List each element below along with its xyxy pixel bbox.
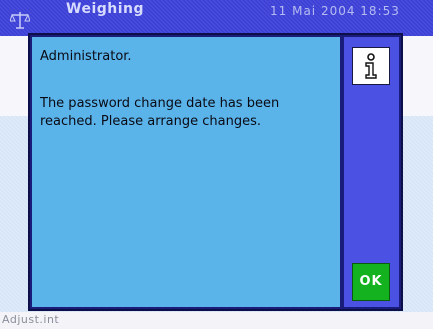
date-time: 11 Mai 2004 18:53 [270,4,400,18]
app-titlebar: Weighing 11 Mai 2004 18:53 [0,0,433,36]
info-button[interactable] [352,47,390,85]
dialog-message: The password change date has been reache… [40,96,280,129]
info-icon [365,53,377,79]
terminal-screen: Weighing 11 Mai 2004 18:53 Adjust.int Ad… [0,0,433,329]
app-footer [0,312,433,329]
ok-button[interactable]: OK [352,263,390,301]
footer-label: Adjust.int [2,313,60,326]
dialog-button-column: OK [344,37,399,307]
balance-scale-icon [10,12,30,29]
message-dialog: Administrator. The password change date … [28,33,403,311]
dialog-user: Administrator. [40,49,132,64]
app-title: Weighing [66,1,145,17]
dialog-message-area: Administrator. The password change date … [32,37,340,307]
